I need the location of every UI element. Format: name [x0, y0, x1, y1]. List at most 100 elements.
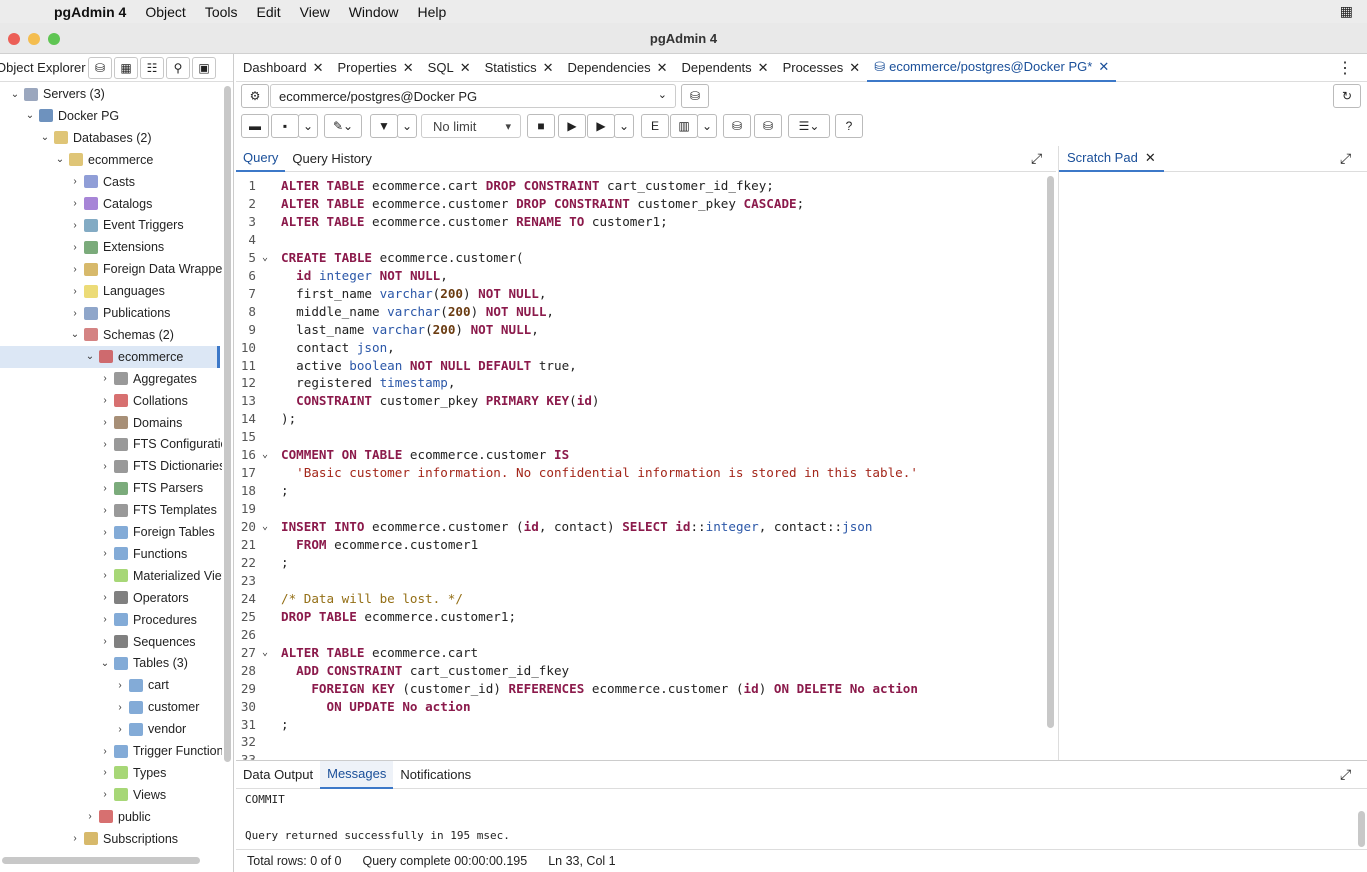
macros-icon[interactable]: ☰⌄	[788, 114, 830, 138]
tree-node[interactable]: › Extensions	[68, 237, 164, 257]
tree-horizontal-scrollbar[interactable]	[2, 857, 200, 864]
chevron-right-icon[interactable]: ›	[98, 592, 112, 603]
tab-scratch-pad[interactable]: Scratch Pad ✕	[1059, 146, 1164, 172]
fold-chevron-icon[interactable]: ⌄	[262, 644, 268, 662]
tree-node[interactable]: ⌄ Servers (3)	[8, 84, 105, 104]
chevron-right-icon[interactable]: ›	[98, 746, 112, 757]
menu-help[interactable]: Help	[418, 4, 447, 20]
close-icon[interactable]: ✕	[1145, 150, 1156, 166]
commit-icon[interactable]: ⛁	[723, 114, 751, 138]
chevron-right-icon[interactable]: ›	[98, 461, 112, 472]
tree-node[interactable]: › Casts	[68, 172, 135, 192]
tab-main[interactable]: Dashboard ✕	[236, 54, 331, 82]
close-icon[interactable]: ✕	[403, 60, 414, 76]
tree-node[interactable]: › Subscriptions	[68, 829, 178, 849]
chevron-down-icon[interactable]: ⌄	[8, 89, 22, 100]
chevron-right-icon[interactable]: ›	[68, 176, 82, 187]
chevron-down-icon[interactable]: ⌄	[38, 132, 52, 143]
chevron-right-icon[interactable]: ›	[68, 833, 82, 844]
tree-node[interactable]: › Sequences	[98, 632, 195, 652]
tree-node[interactable]: › FTS Parsers	[98, 478, 203, 498]
chevron-right-icon[interactable]: ›	[68, 242, 82, 253]
tree-node[interactable]: › Types	[98, 763, 166, 783]
tree-node[interactable]: › FTS Templates	[98, 500, 217, 520]
tree-node[interactable]: › Foreign Tables	[98, 522, 214, 542]
filter-dropdown-icon[interactable]: ⌄	[397, 114, 417, 138]
tree-node[interactable]: › Collations	[98, 391, 188, 411]
chevron-right-icon[interactable]: ›	[83, 811, 97, 822]
expand-results-icon[interactable]: ⤢	[1340, 766, 1351, 783]
help-icon[interactable]: ?	[835, 114, 863, 138]
chevron-down-icon[interactable]: ⌄	[23, 110, 37, 121]
tree-node[interactable]: › Trigger Functions	[98, 741, 222, 761]
close-icon[interactable]: ✕	[1098, 59, 1109, 75]
menu-edit[interactable]: Edit	[257, 4, 281, 20]
save-file-icon[interactable]: ▪	[271, 114, 299, 138]
connection-select[interactable]: ecommerce/postgres@Docker PG ⌄	[270, 84, 676, 108]
close-icon[interactable]: ✕	[543, 60, 554, 76]
chevron-right-icon[interactable]: ›	[98, 636, 112, 647]
tree-node[interactable]: › customer	[113, 697, 199, 717]
explain-dropdown-icon[interactable]: ⌄	[697, 114, 717, 138]
tree-node[interactable]: › FTS Configuration	[98, 434, 222, 454]
close-icon[interactable]: ✕	[849, 60, 860, 76]
chevron-right-icon[interactable]: ›	[98, 417, 112, 428]
chevron-right-icon[interactable]: ›	[98, 527, 112, 538]
tree-node[interactable]: › Materialized Views	[98, 566, 222, 586]
view-data-icon[interactable]: ▦	[114, 56, 138, 79]
messages-scrollbar[interactable]	[1358, 811, 1365, 847]
menu-window[interactable]: Window	[349, 4, 399, 20]
tree-node[interactable]: ⌄ Schemas (2)	[68, 325, 174, 345]
tree-node[interactable]: ⌄ Docker PG	[23, 106, 119, 126]
chevron-right-icon[interactable]: ›	[98, 439, 112, 450]
close-icon[interactable]: ✕	[758, 60, 769, 76]
tab-query[interactable]: Query	[236, 146, 286, 172]
tree-node[interactable]: › Procedures	[98, 610, 197, 630]
expand-editor-icon[interactable]: ⤢	[1031, 150, 1042, 167]
tree-node[interactable]: › Foreign Data Wrappers	[68, 259, 222, 279]
fold-chevron-icon[interactable]: ⌄	[262, 446, 268, 464]
row-limit-select[interactable]: No limit ▾	[421, 114, 521, 138]
search-icon[interactable]: ⚲	[166, 56, 190, 79]
sql-editor[interactable]: 1 ALTER TABLE ecommerce.cart DROP CONSTRA…	[236, 173, 1045, 760]
more-options-icon[interactable]: ⋮	[1337, 58, 1353, 78]
refresh-icon[interactable]: ↻	[1333, 84, 1361, 108]
tree-node[interactable]: › Functions	[98, 544, 187, 564]
filter-icon[interactable]: ▼	[370, 114, 398, 138]
chevron-right-icon[interactable]: ›	[98, 614, 112, 625]
tree-node[interactable]: ⌄ Tables (3)	[98, 653, 188, 673]
menu-app-name[interactable]: pgAdmin 4	[54, 4, 126, 20]
menu-object[interactable]: Object	[145, 4, 185, 20]
docker-status-icon[interactable]: ▦	[1340, 3, 1353, 20]
explain-icon[interactable]: E	[641, 114, 669, 138]
chevron-right-icon[interactable]: ›	[98, 767, 112, 778]
execute-dropdown-icon[interactable]: ⌄	[614, 114, 634, 138]
database-tool-icon[interactable]: ⛁	[88, 56, 112, 79]
tab-main[interactable]: Processes ✕	[776, 54, 868, 82]
tree-node[interactable]: › cart	[113, 675, 169, 695]
tree-node[interactable]: › Domains	[98, 413, 182, 433]
tree-node[interactable]: › FTS Dictionaries	[98, 456, 222, 476]
close-icon[interactable]: ✕	[657, 60, 668, 76]
tab-notifications[interactable]: Notifications	[393, 761, 478, 789]
menu-tools[interactable]: Tools	[205, 4, 238, 20]
chevron-right-icon[interactable]: ›	[98, 548, 112, 559]
tree-node[interactable]: › public	[83, 807, 150, 827]
tree-vertical-scrollbar[interactable]	[224, 86, 231, 762]
tab-main[interactable]: Dependencies ✕	[561, 54, 675, 82]
tab-main[interactable]: Properties ✕	[331, 54, 421, 82]
chevron-right-icon[interactable]: ›	[68, 286, 82, 297]
chevron-right-icon[interactable]: ›	[68, 198, 82, 209]
execute-icon[interactable]: ▶	[558, 114, 586, 138]
tree-node[interactable]: ⌄ ecommerce	[53, 150, 154, 170]
tree-node[interactable]: ⌄ Databases (2)	[38, 128, 152, 148]
tree-node[interactable]: › Languages	[68, 281, 165, 301]
edit-icon[interactable]: ✎⌄	[324, 114, 362, 138]
tab-messages[interactable]: Messages	[320, 760, 394, 789]
filtered-rows-icon[interactable]: ☷	[140, 56, 164, 79]
rollback-icon[interactable]: ⛁	[754, 114, 782, 138]
tree-node[interactable]: › Views	[98, 785, 166, 805]
tree-node[interactable]: › Event Triggers	[68, 215, 183, 235]
explain-analyze-icon[interactable]: ▥	[670, 114, 698, 138]
editor-vertical-scrollbar[interactable]	[1047, 176, 1054, 728]
